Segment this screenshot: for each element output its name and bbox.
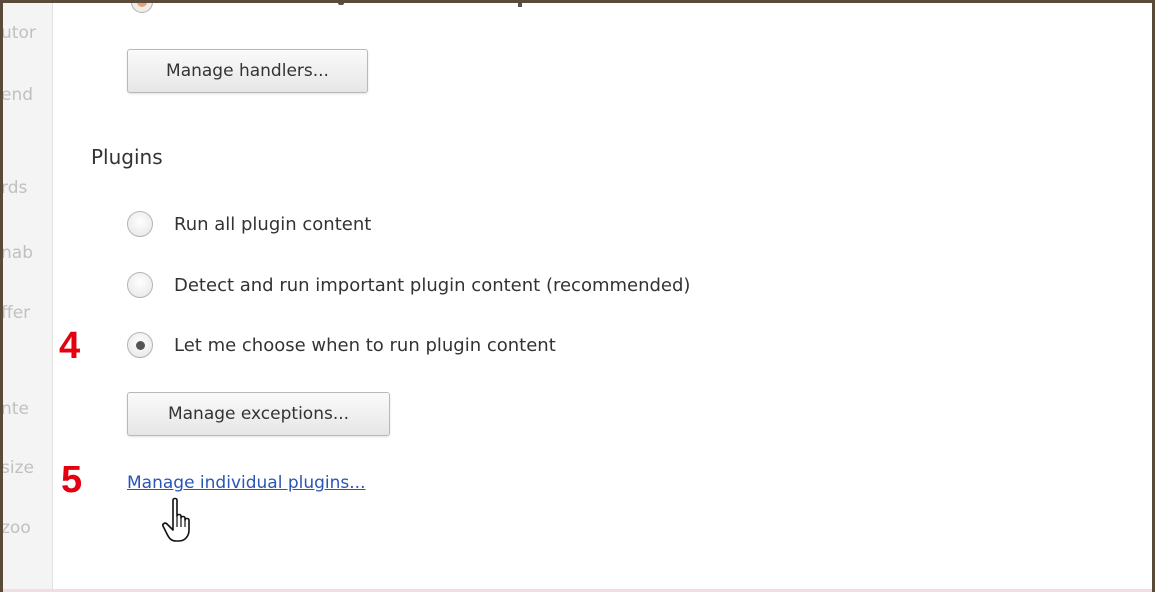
radio-label: Run all plugin content	[174, 213, 372, 235]
radio-let-me-choose[interactable]: Let me choose when to run plugin content	[127, 331, 556, 359]
sidebar-item[interactable]: rds	[3, 178, 52, 198]
step-4-annotation: 4	[59, 325, 81, 367]
step-5-annotation: 5	[61, 459, 83, 501]
plugins-section-title: Plugins	[91, 145, 163, 169]
manage-exceptions-button[interactable]: Manage exceptions...	[127, 392, 390, 436]
manage-handlers-button[interactable]: Manage handlers...	[127, 49, 368, 93]
sidebar-item[interactable]: ffer	[3, 303, 52, 323]
text-fragment	[518, 3, 522, 7]
sidebar-item[interactable]: nte	[3, 399, 52, 419]
sidebar-item[interactable]: end	[3, 85, 52, 105]
radio-button-checked[interactable]	[127, 332, 153, 358]
radio-label: Detect and run important plugin content …	[174, 274, 691, 296]
sidebar-item[interactable]: size	[3, 458, 52, 478]
screenshot-frame: utor end rds nab ffer nte size zoo Manag…	[0, 0, 1155, 592]
radio-label: Let me choose when to run plugin content	[174, 334, 556, 356]
radio-button[interactable]	[127, 272, 153, 298]
sidebar-item[interactable]: nab	[3, 243, 52, 263]
sidebar-item[interactable]: utor	[3, 23, 52, 43]
radio-detect-important[interactable]: Detect and run important plugin content …	[127, 271, 690, 299]
radio-run-all[interactable]: Run all plugin content	[127, 210, 371, 238]
hand-pointer-icon	[162, 497, 190, 542]
settings-sidebar: utor end rds nab ffer nte size zoo	[3, 3, 53, 592]
text-fragment	[338, 3, 344, 5]
radio-button[interactable]	[127, 211, 153, 237]
manage-individual-plugins-link[interactable]: Manage individual plugins...	[127, 473, 365, 493]
sidebar-item[interactable]: zoo	[3, 518, 52, 538]
